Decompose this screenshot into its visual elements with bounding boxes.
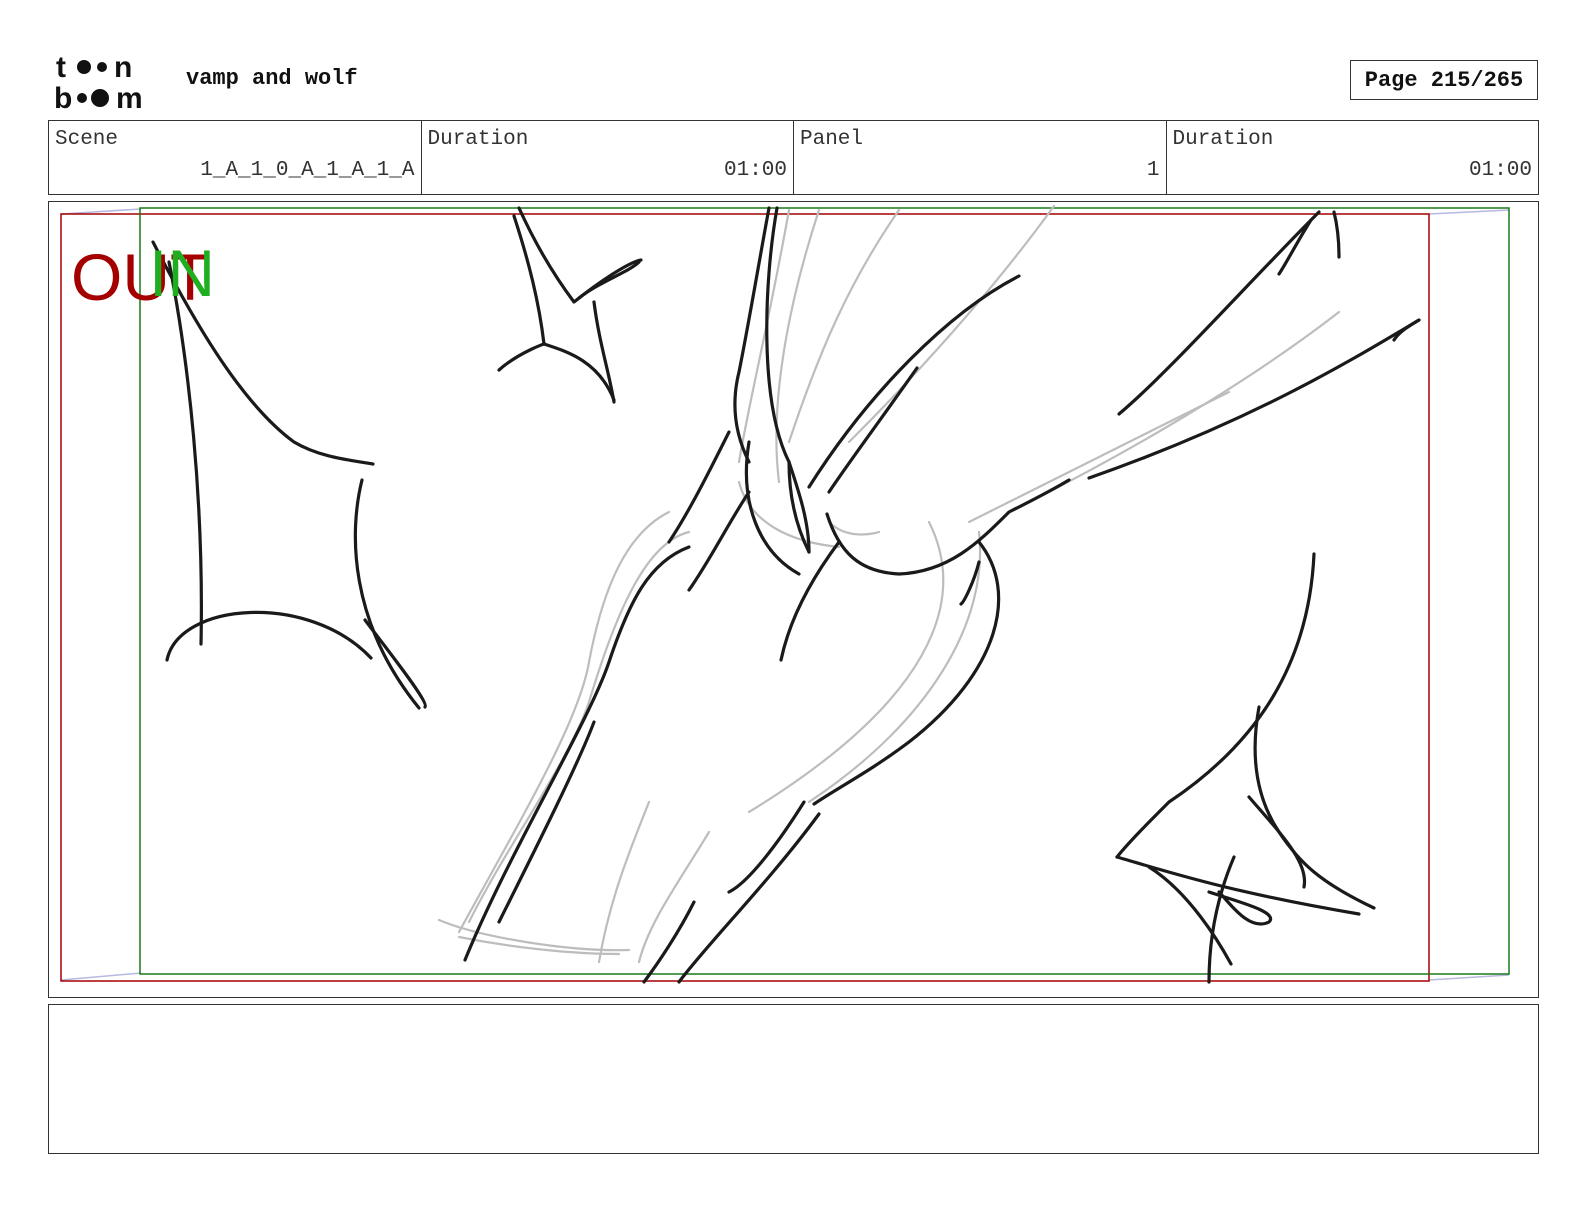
svg-text:n: n <box>114 51 132 84</box>
svg-text:t: t <box>56 51 66 84</box>
scene-duration-cell: Duration 01:00 <box>422 121 794 194</box>
project-title: vamp and wolf <box>186 66 358 91</box>
panel-info-table: Scene 1_A_1_0_A_1_A_1_A Duration 01:00 P… <box>48 120 1539 195</box>
panel-duration-cell: Duration 01:00 <box>1167 121 1539 194</box>
panel-duration-value: 01:00 <box>1468 159 1532 182</box>
scene-duration-label: Duration <box>427 128 529 151</box>
storyboard-frame: OUT IN <box>48 201 1539 998</box>
storyboard-sketch: OUT IN <box>60 204 1510 984</box>
page-number: Page 215/265 <box>1350 60 1538 100</box>
scene-cell: Scene 1_A_1_0_A_1_A_1_A <box>49 121 422 194</box>
in-frame-rect <box>139 207 1510 975</box>
svg-text:b: b <box>54 82 72 112</box>
panel-label: Panel <box>800 128 864 151</box>
out-frame-rect <box>60 213 1430 982</box>
scene-label: Scene <box>55 128 119 151</box>
panel-notes-box[interactable] <box>48 1004 1539 1154</box>
toon-boom-logo: t n b m <box>54 51 143 112</box>
panel-duration-label: Duration <box>1172 128 1274 151</box>
panel-cell: Panel 1 <box>794 121 1167 194</box>
in-label: IN <box>149 236 215 310</box>
svg-text:m: m <box>116 82 143 112</box>
panel-value: 1 <box>1146 159 1160 182</box>
scene-duration-value: 01:00 <box>723 159 787 182</box>
scene-value: 1_A_1_0_A_1_A_1_A <box>200 159 415 182</box>
